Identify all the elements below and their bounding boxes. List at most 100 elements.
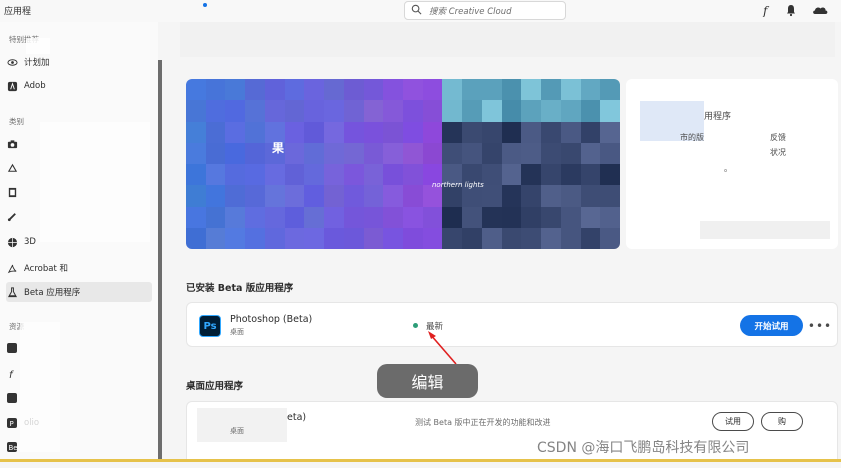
banner-tile	[284, 164, 305, 186]
redaction-block	[180, 22, 835, 57]
banner-tile	[324, 121, 344, 143]
sidebar-item-label: Acrobat 和	[24, 264, 68, 274]
fonts-icon[interactable]: f	[760, 3, 774, 17]
banner-tile	[383, 100, 403, 122]
banner-tile	[186, 227, 206, 249]
banner-tile	[541, 164, 561, 186]
banner-tile	[205, 164, 226, 186]
app-title: 应用程	[4, 7, 32, 17]
banner-tile	[481, 227, 502, 249]
brush-icon	[6, 210, 18, 222]
banner-tile	[580, 79, 601, 101]
banner-tile	[521, 206, 542, 228]
promo-title: 用程序	[704, 112, 732, 122]
redaction-block	[197, 408, 287, 442]
banner-tile	[580, 227, 601, 249]
sidebar-item-beta[interactable]: Beta 应用程序	[6, 282, 152, 302]
banner-tile	[521, 100, 542, 122]
banner-tile	[560, 185, 581, 207]
banner-tile	[284, 142, 305, 164]
redaction-block	[20, 322, 60, 452]
banner-tile	[284, 206, 305, 228]
acrobat-icon	[6, 262, 18, 274]
banner-tile	[541, 79, 561, 101]
search-icon	[411, 4, 422, 15]
banner-tile	[402, 142, 423, 164]
banner-tile	[541, 100, 561, 122]
banner-tile	[324, 164, 344, 186]
banner-tile	[225, 100, 246, 122]
more-options-button[interactable]: •••	[808, 315, 831, 336]
app-description: 测试 Beta 版中正在开发的功能和改进	[415, 418, 551, 427]
featured-banner[interactable]	[186, 79, 620, 249]
banner-tile	[324, 142, 344, 164]
banner-tile	[245, 100, 265, 122]
sidebar: 特别推荐 计划加 Adob 类别 3D Acrobat 和 Beta 应用程序 …	[0, 22, 158, 462]
banner-tile	[225, 79, 246, 101]
banner-tile	[560, 121, 581, 143]
banner-tile	[304, 142, 325, 164]
banner-tile	[580, 121, 601, 143]
banner-tile	[284, 79, 305, 101]
banner-tile	[225, 142, 246, 164]
banner-tile	[264, 79, 285, 101]
promo-text-2: 反馈	[770, 133, 786, 142]
banner-tile	[383, 121, 403, 143]
banner-tile	[560, 100, 581, 122]
banner-tile	[560, 142, 581, 164]
buy-button[interactable]: 购	[761, 412, 803, 431]
cloud-icon[interactable]	[811, 3, 829, 17]
film-icon	[6, 186, 18, 198]
banner-tile	[304, 185, 325, 207]
search-input[interactable]: 搜索 Creative Cloud	[404, 1, 566, 20]
promo-text-3: 状况	[770, 148, 786, 157]
banner-tile	[422, 79, 443, 101]
banner-tile	[324, 227, 344, 249]
banner-tile	[343, 185, 364, 207]
app-platform: 桌面	[230, 328, 244, 336]
banner-tile	[205, 79, 226, 101]
status-dot-icon	[413, 323, 418, 328]
banner-tile	[324, 100, 344, 122]
banner-tile	[245, 164, 265, 186]
banner-tile	[541, 121, 561, 143]
banner-tile	[205, 206, 226, 228]
behance-icon: Be	[6, 441, 18, 453]
sidebar-item-acrobat[interactable]: Acrobat 和	[6, 258, 152, 278]
banner-tile	[186, 121, 206, 143]
banner-tile	[442, 121, 463, 143]
photoshop-icon: Ps	[199, 315, 221, 337]
sidebar-item-label: 3D	[24, 237, 36, 247]
promo-card[interactable]: 用程序 市的版 反馈 状况 。	[626, 79, 838, 249]
sidebar-item-plan[interactable]: 计划加	[6, 52, 152, 72]
banner-tile	[284, 185, 305, 207]
banner-tile	[580, 185, 601, 207]
banner-tile	[442, 227, 463, 249]
banner-tile	[205, 100, 226, 122]
banner-tile	[521, 227, 542, 249]
portfolio-icon: P	[6, 417, 18, 429]
banner-tile	[402, 206, 423, 228]
banner-tile	[383, 79, 403, 101]
start-trial-button[interactable]: 开始试用	[740, 315, 803, 336]
try-button[interactable]: 试用	[712, 412, 754, 431]
sidebar-item-adobe[interactable]: Adob	[6, 76, 152, 96]
banner-tile	[343, 79, 364, 101]
sidebar-scrollbar[interactable]	[158, 60, 162, 462]
banner-tile	[521, 79, 542, 101]
banner-tile	[324, 79, 344, 101]
redaction-block	[700, 221, 830, 239]
bell-icon[interactable]	[784, 3, 798, 17]
banner-tile	[383, 206, 403, 228]
banner-tile	[541, 206, 561, 228]
banner-tile	[225, 227, 246, 249]
banner-tile	[402, 121, 423, 143]
installed-beta-heading: 已安装 Beta 版应用程序	[186, 283, 294, 294]
stock-icon	[6, 342, 18, 354]
banner-tile	[343, 142, 364, 164]
svg-text:Be: Be	[9, 444, 18, 452]
banner-tile	[225, 185, 246, 207]
banner-tile	[560, 206, 581, 228]
fonts-icon: f	[6, 368, 18, 380]
banner-tile	[343, 121, 364, 143]
